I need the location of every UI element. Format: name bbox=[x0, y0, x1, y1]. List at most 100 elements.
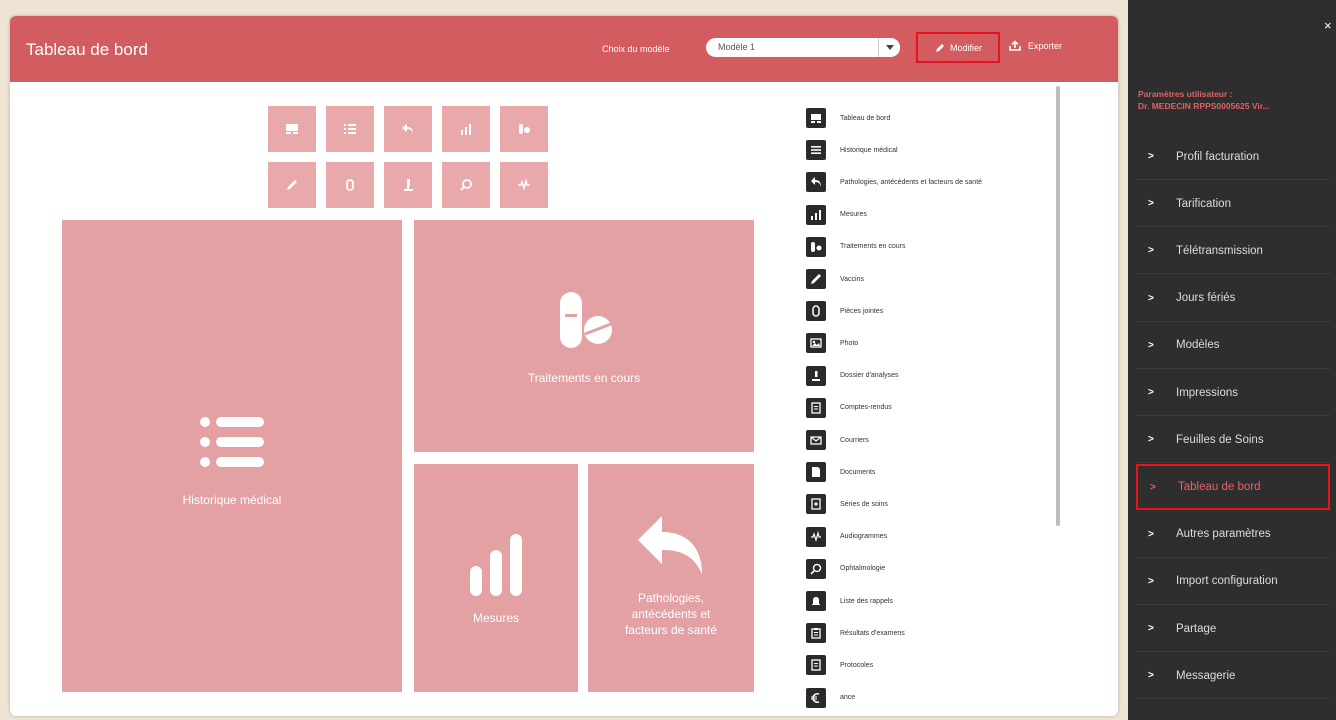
eye-icon bbox=[806, 558, 826, 579]
widget-list-item[interactable]: Ophtalmologie bbox=[806, 555, 885, 583]
widget-traitements-en-cours[interactable]: Traitements en cours bbox=[414, 220, 754, 452]
settings-item-label: Modèles bbox=[1176, 339, 1220, 352]
page-title: Tableau de bord bbox=[26, 40, 148, 59]
widget-list-item[interactable]: Dossier d'analyses bbox=[806, 362, 899, 390]
pill-icon bbox=[560, 292, 612, 348]
widget-list-item[interactable]: Audiogrammes bbox=[806, 523, 887, 551]
edit-button[interactable]: Modifier bbox=[916, 32, 1000, 63]
widget-list-item[interactable]: Résultats d'examens bbox=[806, 619, 905, 647]
widget-historique-medical[interactable]: Historique médical bbox=[62, 220, 402, 692]
settings-item[interactable]: > Modèles bbox=[1136, 323, 1330, 369]
widget-list-item[interactable]: Vaccins bbox=[806, 265, 864, 293]
widget-list-item[interactable]: Photo bbox=[806, 329, 858, 357]
settings-item[interactable]: > Tableau de bord bbox=[1136, 464, 1330, 511]
pencil-icon bbox=[935, 43, 944, 52]
list-icon bbox=[200, 417, 264, 467]
chevron-right-icon: > bbox=[1148, 623, 1154, 634]
settings-item-label: Télétransmission bbox=[1176, 244, 1263, 257]
widget-historique-label: Historique médical bbox=[182, 493, 282, 507]
report-icon bbox=[806, 397, 826, 418]
widget-list-item[interactable]: Protocoles bbox=[806, 651, 873, 679]
protocol-icon bbox=[806, 655, 826, 676]
widget-list-item[interactable]: ance bbox=[806, 684, 855, 712]
settings-item-label: Messagerie bbox=[1176, 669, 1236, 682]
settings-item-label: Feuilles de Soins bbox=[1176, 433, 1264, 446]
paperclip-icon bbox=[806, 301, 826, 322]
settings-item[interactable]: > Partage bbox=[1136, 606, 1330, 652]
microscope-icon bbox=[806, 365, 826, 386]
widget-pathologies[interactable]: Pathologies, antécédents et facteurs de … bbox=[588, 464, 754, 692]
widget-list-item[interactable]: Historique médical bbox=[806, 136, 898, 164]
chevron-right-icon: > bbox=[1148, 528, 1154, 540]
widget-list-item[interactable]: Liste des rappels bbox=[806, 587, 893, 615]
widget-list-item[interactable]: Séries de soins bbox=[806, 490, 888, 518]
syringe-icon bbox=[806, 269, 826, 289]
widget-list-item[interactable]: Mesures bbox=[806, 201, 867, 229]
close-icon[interactable]: × bbox=[1324, 18, 1332, 33]
settings-item[interactable]: > Feuilles de Soins bbox=[1136, 417, 1330, 464]
settings-item[interactable]: > Profil facturation bbox=[1136, 134, 1330, 180]
palette-attachments-tile[interactable] bbox=[326, 162, 374, 208]
widget-mesures-label: Mesures bbox=[472, 611, 519, 625]
dashboard-icon bbox=[806, 108, 826, 128]
settings-item[interactable]: > Tarification bbox=[1136, 181, 1330, 228]
settings-item-label: Jours fériés bbox=[1176, 292, 1236, 305]
palette-ophthalmology-tile[interactable] bbox=[442, 162, 490, 208]
widget-list-label: Pathologies, antécédents et facteurs de … bbox=[840, 178, 983, 186]
palette-analyses-tile[interactable] bbox=[384, 162, 432, 208]
chevron-right-icon: > bbox=[1148, 434, 1154, 446]
palette-pathologies-tile[interactable] bbox=[384, 106, 432, 152]
widget-list-item[interactable]: Courriers bbox=[806, 426, 869, 454]
chevron-right-icon: > bbox=[1148, 198, 1154, 210]
settings-item[interactable]: > Jours fériés bbox=[1136, 276, 1330, 322]
document-icon bbox=[806, 462, 826, 483]
settings-item[interactable]: > Impressions bbox=[1136, 370, 1330, 416]
model-choice-label: Choix du modèle bbox=[602, 44, 670, 54]
widget-pathologies-label-line1: Pathologies, bbox=[637, 591, 705, 605]
bell-icon bbox=[806, 591, 826, 611]
settings-panel: Paramètres utilisateur : Dr. MEDECIN RPP… bbox=[1128, 0, 1336, 720]
model-select-toggle[interactable] bbox=[878, 38, 900, 57]
settings-item[interactable]: > Télétransmission bbox=[1136, 228, 1330, 275]
palette-dashboard-tile[interactable] bbox=[268, 106, 316, 152]
palette-measures-tile[interactable] bbox=[442, 106, 490, 152]
settings-item-label: Autres paramètres bbox=[1176, 528, 1271, 541]
export-button[interactable]: Exporter bbox=[1008, 40, 1062, 52]
settings-item[interactable]: > Messagerie bbox=[1136, 653, 1330, 700]
widget-list-item[interactable]: Tableau de bord bbox=[806, 104, 890, 132]
widget-list-label: Comptes-rendus bbox=[840, 404, 892, 412]
envelope-icon bbox=[806, 430, 826, 450]
palette-audiograms-tile[interactable] bbox=[500, 162, 548, 208]
settings-item-label: Partage bbox=[1176, 622, 1217, 635]
widget-list-label: Courriers bbox=[840, 436, 869, 444]
model-select[interactable]: Modèle 1 bbox=[706, 38, 900, 57]
widget-list[interactable]: Tableau de bord Historique médical Patholo… bbox=[806, 100, 1064, 716]
widget-list-item[interactable]: Pièces jointes bbox=[806, 297, 883, 325]
settings-item[interactable]: > Autres paramètres bbox=[1136, 512, 1330, 558]
euro-icon bbox=[806, 687, 826, 708]
widget-list-label: Vaccins bbox=[840, 275, 864, 283]
user-name: Dr. MEDECIN RPPS0005625 Vir... bbox=[1138, 101, 1270, 111]
palette-treatments-tile[interactable] bbox=[500, 106, 548, 152]
widget-list-item[interactable]: Documents bbox=[806, 458, 875, 486]
model-select-value: Modèle 1 bbox=[718, 42, 756, 52]
pill-icon bbox=[806, 236, 826, 257]
clipboard-icon bbox=[806, 623, 826, 644]
widget-list-item[interactable]: Pathologies, antécédents et facteurs de … bbox=[806, 168, 982, 196]
widget-list-item[interactable]: Comptes-rendus bbox=[806, 394, 892, 422]
settings-item[interactable]: > Import configuration bbox=[1136, 559, 1330, 605]
list-icon bbox=[806, 140, 826, 161]
user-settings-title: Paramètres utilisateur : bbox=[1138, 89, 1233, 99]
widget-list-item[interactable]: Traitements en cours bbox=[806, 233, 906, 261]
widget-list-label: Résultats d'examens bbox=[840, 629, 905, 637]
reply-arrow-icon bbox=[402, 124, 413, 134]
export-icon bbox=[1009, 40, 1021, 51]
widget-list-label: ance bbox=[840, 694, 856, 702]
widget-list-label: Liste des rappels bbox=[840, 597, 893, 605]
widget-list-scrollbar[interactable] bbox=[1056, 86, 1060, 526]
widget-mesures[interactable]: Mesures bbox=[414, 464, 578, 692]
widget-list-label: Mesures bbox=[840, 211, 867, 219]
palette-history-tile[interactable] bbox=[326, 106, 374, 152]
palette-vaccines-tile[interactable] bbox=[268, 162, 316, 208]
bar-chart-icon bbox=[806, 204, 826, 225]
